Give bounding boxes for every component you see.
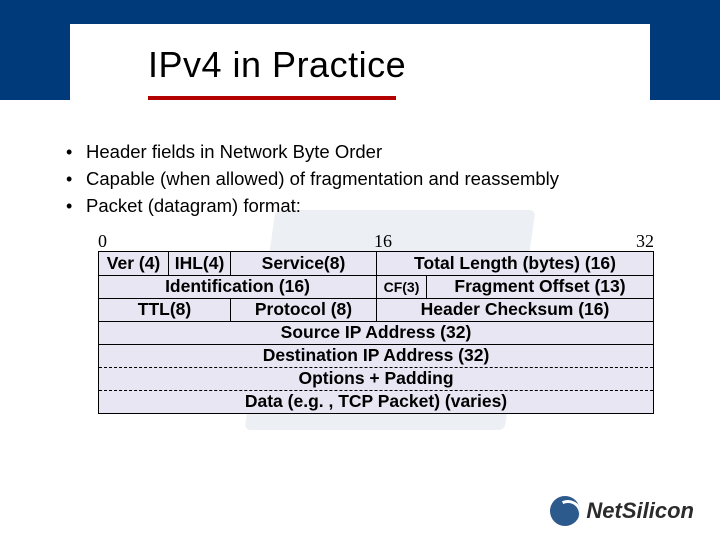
field-dest-ip: Destination IP Address (32) xyxy=(99,345,653,367)
header-row-6: Options + Padding xyxy=(99,367,653,390)
logo-text-net: Net xyxy=(586,498,621,523)
header-row-4: Source IP Address (32) xyxy=(99,321,653,344)
field-ttl: TTL(8) xyxy=(99,299,231,321)
title-underline xyxy=(148,96,396,100)
field-identification: Identification (16) xyxy=(99,276,377,298)
field-data: Data (e.g. , TCP Packet) (varies) xyxy=(99,391,653,413)
bit-label-16: 16 xyxy=(374,231,392,252)
field-options: Options + Padding xyxy=(99,368,653,390)
bit-ruler: 0 16 32 xyxy=(98,231,654,251)
field-total-length: Total Length (bytes) (16) xyxy=(377,252,653,275)
logo-text-silicon: Silicon xyxy=(622,498,694,523)
header-row-5: Destination IP Address (32) xyxy=(99,344,653,367)
field-source-ip: Source IP Address (32) xyxy=(99,322,653,344)
header-row-7: Data (e.g. , TCP Packet) (varies) xyxy=(99,390,653,413)
bit-label-32: 32 xyxy=(636,231,654,252)
field-service: Service(8) xyxy=(231,252,377,275)
field-ihl: IHL(4) xyxy=(169,252,231,275)
slide-title: IPv4 in Practice xyxy=(148,44,406,86)
logo-text: NetSilicon xyxy=(586,498,694,524)
field-control-flags: CF(3) xyxy=(377,276,427,298)
bullet-item: Header fields in Network Byte Order xyxy=(60,140,670,165)
brand-logo: NetSilicon xyxy=(550,496,694,526)
field-checksum: Header Checksum (16) xyxy=(377,299,653,321)
header-row-1: Ver (4) IHL(4) Service(8) Total Length (… xyxy=(99,252,653,275)
logo-icon xyxy=(550,496,580,526)
ipv4-header-diagram: Ver (4) IHL(4) Service(8) Total Length (… xyxy=(98,251,654,414)
field-protocol: Protocol (8) xyxy=(231,299,377,321)
bullet-list: Header fields in Network Byte Order Capa… xyxy=(60,140,670,219)
bullet-item: Capable (when allowed) of fragmentation … xyxy=(60,167,670,192)
bit-label-0: 0 xyxy=(98,231,107,252)
field-version: Ver (4) xyxy=(99,252,169,275)
content-area: Header fields in Network Byte Order Capa… xyxy=(60,140,670,414)
title-box: IPv4 in Practice xyxy=(70,24,650,106)
field-fragment-offset: Fragment Offset (13) xyxy=(427,276,653,298)
header-row-2: Identification (16) CF(3) Fragment Offse… xyxy=(99,275,653,298)
bullet-item: Packet (datagram) format: xyxy=(60,194,670,219)
header-row-3: TTL(8) Protocol (8) Header Checksum (16) xyxy=(99,298,653,321)
